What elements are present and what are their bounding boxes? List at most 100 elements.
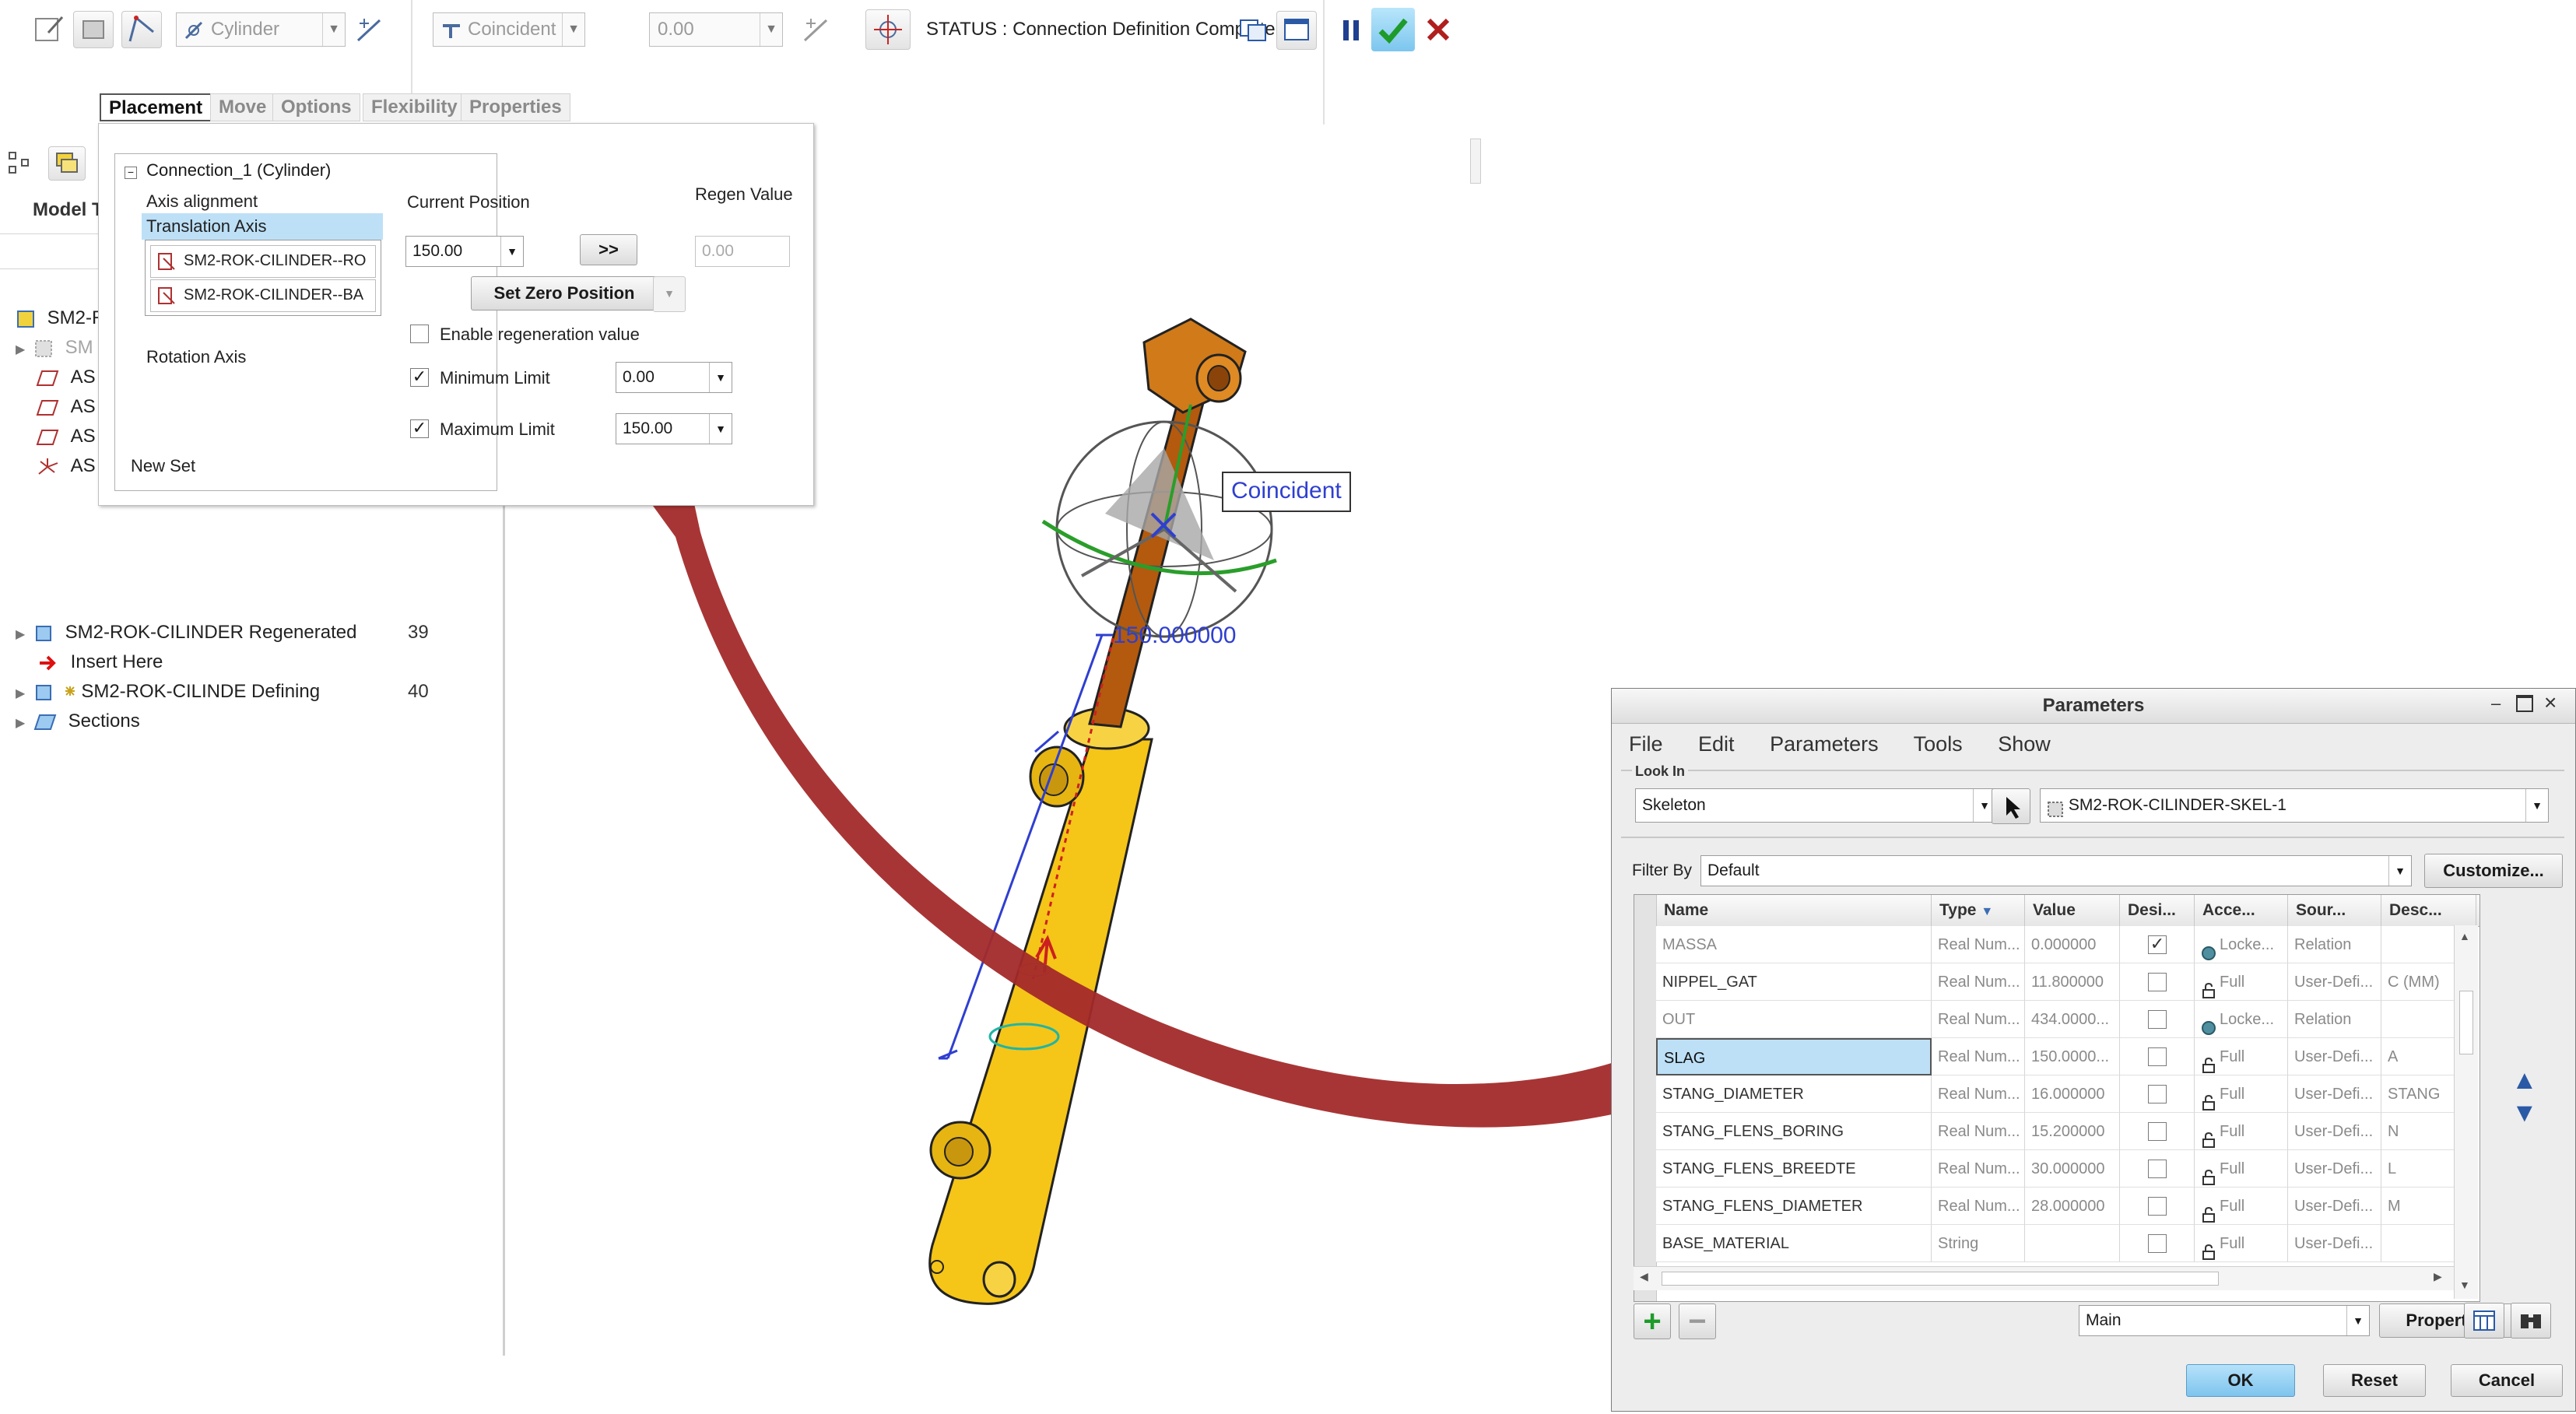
designated-checkbox[interactable] xyxy=(2148,1160,2167,1178)
cell-source[interactable]: User-Defi... xyxy=(2288,1188,2381,1225)
cell-type[interactable]: Real Num... xyxy=(1932,963,2025,1001)
add-parameter-icon[interactable]: + xyxy=(1634,1303,1671,1339)
maximize-icon[interactable] xyxy=(2516,695,2533,712)
reset-button[interactable]: Reset xyxy=(2323,1364,2426,1397)
cell-designated[interactable] xyxy=(2120,963,2195,1001)
look-in-select[interactable]: Skeleton ▼ xyxy=(1635,788,1996,823)
cell-value[interactable]: 11.800000 xyxy=(2025,963,2120,1001)
cell-type[interactable]: Real Num... xyxy=(1932,1001,2025,1038)
maximum-limit-input[interactable]: 150.00 ▼ xyxy=(616,413,732,444)
model-select[interactable]: SM2-ROK-CILINDER-SKEL-1 ▼ xyxy=(2040,788,2549,823)
scroll-down-icon[interactable]: ▼ xyxy=(2459,1279,2470,1291)
minimum-limit-input[interactable]: 0.00 ▼ xyxy=(616,362,732,393)
cell-access[interactable]: Full xyxy=(2195,1113,2288,1150)
current-position-input[interactable]: 150.00 ▼ xyxy=(405,236,524,267)
col-source[interactable]: Sour... xyxy=(2288,895,2381,926)
view-select[interactable]: Main ▼ xyxy=(2079,1305,2370,1336)
col-restricted[interactable]: R xyxy=(2476,895,2479,926)
menu-parameters[interactable]: Parameters xyxy=(1770,732,1879,756)
cell-access[interactable]: Full xyxy=(2195,1225,2288,1262)
cell-value[interactable]: 15.200000 xyxy=(2025,1113,2120,1150)
table-row[interactable]: OUT Real Num... 434.0000... Locke... Relatio… xyxy=(1634,1001,2479,1038)
cell-type[interactable]: Real Num... xyxy=(1932,1113,2025,1150)
set-zero-position-button[interactable]: Set Zero Position xyxy=(471,276,658,311)
cell-name[interactable]: STANG_FLENS_DIAMETER xyxy=(1656,1188,1932,1225)
horizontal-scrollbar[interactable]: ◀ ▶ xyxy=(1634,1266,2454,1290)
cell-designated[interactable] xyxy=(2120,1001,2195,1038)
cell-source[interactable]: User-Defi... xyxy=(2288,963,2381,1001)
cell-type[interactable]: Real Num... xyxy=(1932,1188,2025,1225)
remove-parameter-icon[interactable]: − xyxy=(1679,1303,1716,1339)
cell-access[interactable]: Full xyxy=(2195,1188,2288,1225)
cell-designated[interactable] xyxy=(2120,1038,2195,1075)
cell-access[interactable]: Full xyxy=(2195,1150,2288,1188)
cell-type[interactable]: Real Num... xyxy=(1932,1075,2025,1113)
properties-button[interactable]: Properties... xyxy=(2379,1303,2532,1338)
scroll-thumb[interactable] xyxy=(1662,1272,2219,1286)
col-designated[interactable]: Desi... xyxy=(2120,895,2195,926)
table-columns-icon[interactable] xyxy=(2464,1303,2504,1339)
cell-name[interactable]: OUT xyxy=(1656,1001,1932,1038)
cell-value[interactable] xyxy=(2025,1225,2120,1262)
cell-access[interactable]: Full xyxy=(2195,963,2288,1001)
cell-value[interactable]: 150.0000... xyxy=(2025,1038,2120,1075)
cell-source[interactable]: Relation xyxy=(2288,1001,2381,1038)
vertical-scrollbar[interactable]: ▲ ▼ xyxy=(2454,925,2478,1299)
maximum-limit-checkbox[interactable]: ✓ xyxy=(410,419,429,438)
collapse-icon[interactable]: − xyxy=(125,167,137,179)
designated-checkbox[interactable] xyxy=(2148,1234,2167,1253)
cell-source[interactable]: User-Defi... xyxy=(2288,1225,2381,1262)
cell-type[interactable]: Real Num... xyxy=(1932,926,2025,963)
cell-type[interactable]: String xyxy=(1932,1225,2025,1262)
cell-source[interactable]: User-Defi... xyxy=(2288,1038,2381,1075)
designated-checkbox[interactable] xyxy=(2148,1122,2167,1141)
table-row[interactable]: SLAG Real Num... 150.0000... Full User-Defi.… xyxy=(1634,1038,2479,1075)
cell-designated[interactable]: ✓ xyxy=(2120,926,2195,963)
cell-designated[interactable] xyxy=(2120,1188,2195,1225)
customize-button[interactable]: Customize... xyxy=(2424,854,2563,888)
cell-name[interactable]: STANG_FLENS_BREEDTE xyxy=(1656,1150,1932,1188)
minimum-limit-checkbox[interactable]: ✓ xyxy=(410,368,429,387)
cell-name[interactable]: STANG_DIAMETER xyxy=(1656,1075,1932,1113)
cell-designated[interactable] xyxy=(2120,1113,2195,1150)
select-model-button[interactable] xyxy=(1992,788,2030,824)
cell-designated[interactable] xyxy=(2120,1075,2195,1113)
table-row[interactable]: STANG_DIAMETER Real Num... 16.000000 Full Us… xyxy=(1634,1075,2479,1113)
cell-source[interactable]: User-Defi... xyxy=(2288,1075,2381,1113)
axis-reference-item[interactable]: SM2-ROK-CILINDER--RO xyxy=(150,245,376,278)
cell-type[interactable]: Real Num... xyxy=(1932,1150,2025,1188)
move-down-icon[interactable]: ▼ xyxy=(2511,1098,2538,1128)
cell-name[interactable]: NIPPEL_GAT xyxy=(1656,963,1932,1001)
enable-regen-checkbox[interactable] xyxy=(410,325,429,343)
dimension-value-label[interactable]: 150.000000 xyxy=(1113,623,1237,649)
connection-set-item[interactable]: − Connection_1 (Cylinder) xyxy=(125,160,331,181)
new-set-item[interactable]: New Set xyxy=(131,456,195,476)
cancel-button[interactable]: Cancel xyxy=(2451,1364,2563,1397)
set-zero-dropdown-icon[interactable]: ▼ xyxy=(653,276,686,312)
table-row[interactable]: MASSA Real Num... 0.000000 ✓ Locke... Relatio… xyxy=(1634,926,2479,963)
cell-source[interactable]: User-Defi... xyxy=(2288,1150,2381,1188)
menu-file[interactable]: File xyxy=(1629,732,1663,756)
cell-name[interactable]: STANG_FLENS_BORING xyxy=(1656,1113,1932,1150)
close-icon[interactable]: × xyxy=(2544,690,2557,715)
filter-select[interactable]: Default ▼ xyxy=(1700,855,2412,886)
cell-designated[interactable] xyxy=(2120,1150,2195,1188)
cell-value[interactable]: 30.000000 xyxy=(2025,1150,2120,1188)
minimize-icon[interactable]: – xyxy=(2491,693,2501,714)
cell-type[interactable]: Real Num... xyxy=(1932,1038,2025,1075)
translation-axis-item[interactable]: Translation Axis xyxy=(142,213,383,240)
table-row[interactable]: NIPPEL_GAT Real Num... 11.800000 Full User-D… xyxy=(1634,963,2479,1001)
cell-value[interactable]: 0.000000 xyxy=(2025,926,2120,963)
designated-checkbox[interactable] xyxy=(2148,1010,2167,1029)
cell-access[interactable]: Locke... xyxy=(2195,926,2288,963)
cell-designated[interactable] xyxy=(2120,1225,2195,1262)
col-type[interactable]: Type ▼ xyxy=(1932,895,2025,926)
cell-name[interactable]: SLAG xyxy=(1656,1038,1932,1075)
table-row[interactable]: STANG_FLENS_BORING Real Num... 15.200000 Fu… xyxy=(1634,1113,2479,1150)
table-row[interactable]: STANG_FLENS_BREEDTE Real Num... 30.000000 F… xyxy=(1634,1150,2479,1188)
axis-alignment-item[interactable]: Axis alignment xyxy=(146,191,258,212)
designated-checkbox[interactable] xyxy=(2148,1047,2167,1066)
designated-checkbox[interactable] xyxy=(2148,973,2167,991)
cell-value[interactable]: 28.000000 xyxy=(2025,1188,2120,1225)
col-description[interactable]: Desc... xyxy=(2381,895,2476,926)
